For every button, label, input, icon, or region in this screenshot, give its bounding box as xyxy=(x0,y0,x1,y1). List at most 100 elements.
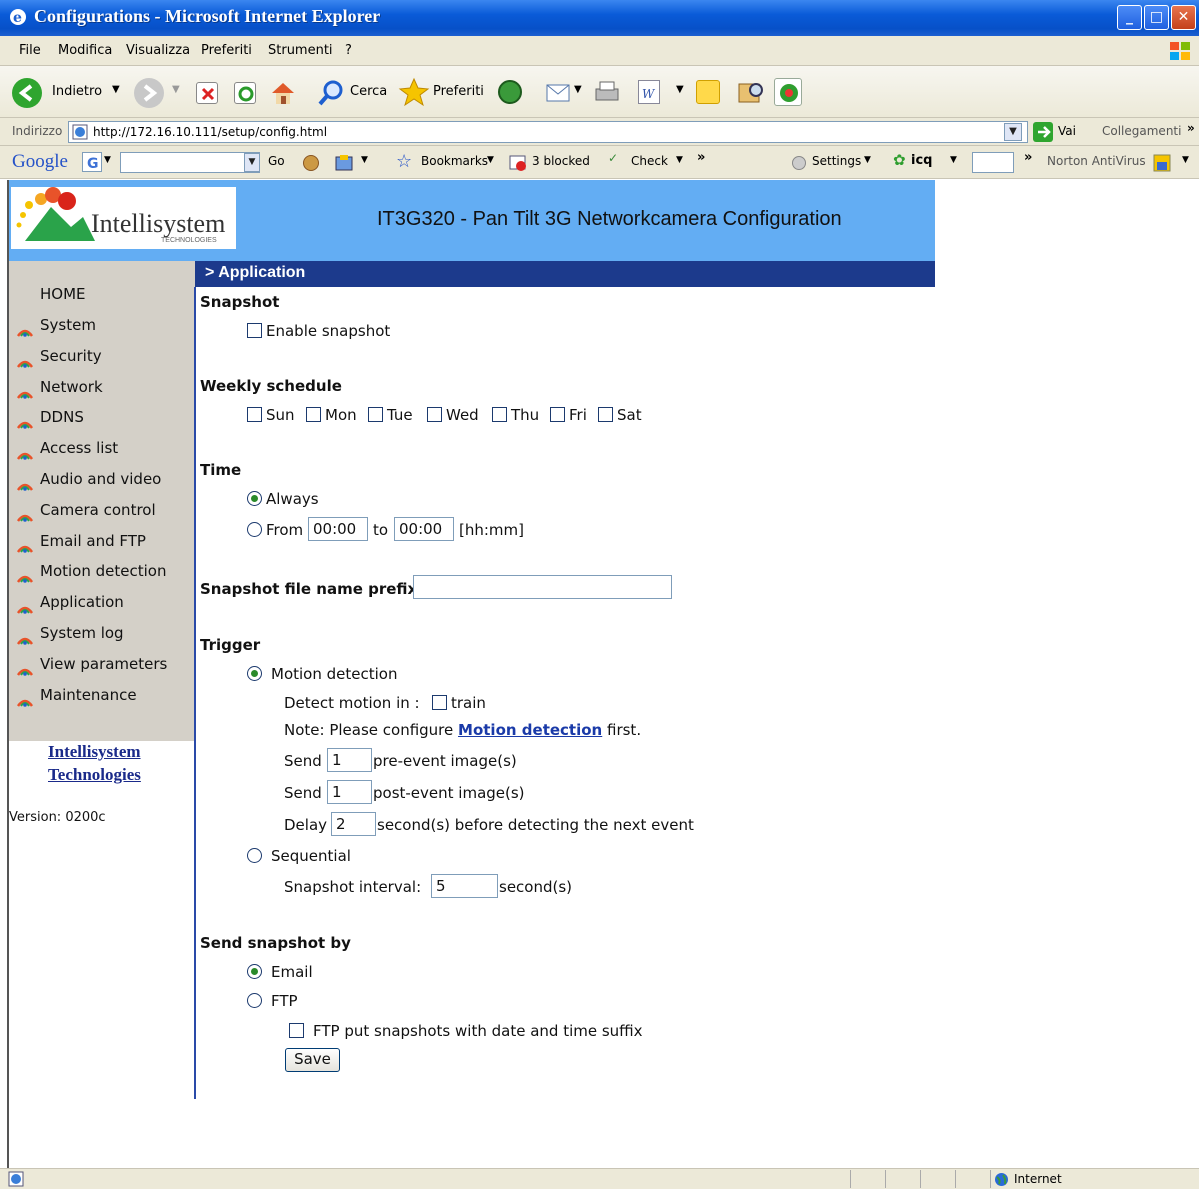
refresh-icon[interactable] xyxy=(234,82,256,104)
time-from-input[interactable] xyxy=(308,517,368,541)
mail-icon[interactable] xyxy=(545,79,573,105)
enable-snapshot-checkbox[interactable] xyxy=(247,323,262,338)
bookmarks-dropdown-icon[interactable]: ▼ xyxy=(487,155,494,165)
menu-preferiti[interactable]: Preferiti xyxy=(201,43,252,58)
history-icon[interactable] xyxy=(498,80,522,104)
day-fri-checkbox[interactable] xyxy=(550,407,565,422)
print-icon[interactable] xyxy=(592,79,622,105)
nav-email-and-ftp[interactable]: Email and FTP xyxy=(40,532,146,550)
bookmarks-button[interactable]: Bookmarks xyxy=(421,154,488,168)
mail-dropdown-icon[interactable]: ▼ xyxy=(574,84,582,95)
links-label[interactable]: Collegamenti xyxy=(1102,124,1181,138)
address-dropdown-icon[interactable]: ▼ xyxy=(1004,123,1022,141)
day-thu-checkbox[interactable] xyxy=(492,407,507,422)
google-tools-icon[interactable] xyxy=(334,153,356,173)
favorites-star-icon[interactable] xyxy=(398,76,430,108)
day-sun-checkbox[interactable] xyxy=(247,407,262,422)
trigger-motion-radio[interactable] xyxy=(247,666,262,681)
pagerank-icon[interactable] xyxy=(303,155,319,171)
toolbar-overflow-icon-2[interactable]: » xyxy=(1024,150,1032,165)
google-go-button[interactable]: Go xyxy=(268,154,285,168)
menu-visualizza[interactable]: Visualizza xyxy=(126,43,190,58)
bookmarks-star-icon[interactable]: ☆ xyxy=(396,151,412,172)
nav-network[interactable]: Network xyxy=(40,378,103,396)
nav-application[interactable]: Application xyxy=(40,593,124,611)
word-edit-icon[interactable]: W xyxy=(638,80,660,104)
icq-input[interactable] xyxy=(972,152,1014,173)
motion-window-train-checkbox[interactable] xyxy=(432,695,447,710)
google-menu-dropdown-icon[interactable]: ▼ xyxy=(104,155,111,165)
links-chevron-icon[interactable]: » xyxy=(1187,121,1195,135)
nav-ddns[interactable]: DDNS xyxy=(40,408,84,426)
icq-flower-icon[interactable]: ✿ xyxy=(893,151,906,169)
nav-view-parameters[interactable]: View parameters xyxy=(40,655,167,673)
icq-dropdown-icon[interactable]: ▼ xyxy=(950,155,957,165)
time-to-input[interactable] xyxy=(394,517,454,541)
spellcheck-button[interactable]: Check xyxy=(631,154,668,168)
pre-event-images-input[interactable] xyxy=(327,748,372,772)
time-range-radio[interactable] xyxy=(247,522,262,537)
nav-maintenance[interactable]: Maintenance xyxy=(40,686,137,704)
nav-access-list[interactable]: Access list xyxy=(40,439,118,457)
google-search-input[interactable] xyxy=(120,152,260,173)
icq-button[interactable]: icq xyxy=(911,153,932,168)
go-button[interactable]: Vai xyxy=(1058,124,1076,138)
time-always-radio[interactable] xyxy=(247,491,262,506)
post-event-images-input[interactable] xyxy=(327,780,372,804)
snapshot-prefix-input[interactable] xyxy=(413,575,672,599)
company-link-line2[interactable]: Technologies xyxy=(48,765,141,785)
nav-audio-and-video[interactable]: Audio and video xyxy=(40,470,161,488)
stop-icon[interactable] xyxy=(196,82,218,104)
trigger-sequential-radio[interactable] xyxy=(247,848,262,863)
spellcheck-icon[interactable]: ✓ xyxy=(608,151,618,165)
check-dropdown-icon[interactable]: ▼ xyxy=(676,155,683,165)
day-wed-checkbox[interactable] xyxy=(427,407,442,422)
ftp-suffix-checkbox[interactable] xyxy=(289,1023,304,1038)
go-arrow-icon[interactable] xyxy=(1033,122,1053,142)
save-button[interactable]: Save xyxy=(285,1048,340,1072)
menu-help[interactable]: ? xyxy=(345,43,352,58)
settings-icon[interactable] xyxy=(792,156,806,170)
forward-dropdown-icon[interactable]: ▼ xyxy=(172,84,180,95)
norton-icon[interactable] xyxy=(1152,153,1172,173)
motion-detection-link[interactable]: Motion detection xyxy=(458,721,602,739)
toolbar-overflow-icon[interactable]: » xyxy=(697,150,705,165)
address-input[interactable]: http://172.16.10.111/setup/config.html xyxy=(68,121,1028,143)
delay-seconds-input[interactable] xyxy=(331,812,376,836)
maximize-button[interactable]: □ xyxy=(1144,5,1169,30)
popup-blocker-icon[interactable] xyxy=(508,153,528,173)
day-mon-checkbox[interactable] xyxy=(306,407,321,422)
notes-icon[interactable] xyxy=(696,80,720,104)
close-button[interactable]: ✕ xyxy=(1171,5,1196,30)
back-button-label[interactable]: Indietro xyxy=(52,84,102,99)
back-dropdown-icon[interactable]: ▼ xyxy=(112,84,120,95)
search-icon[interactable] xyxy=(316,78,346,108)
company-link-line1[interactable]: Intellisystem xyxy=(48,742,141,762)
messenger-icon[interactable] xyxy=(774,78,802,106)
settings-dropdown-icon[interactable]: ▼ xyxy=(864,155,871,165)
nav-motion-detection[interactable]: Motion detection xyxy=(40,562,166,580)
send-email-radio[interactable] xyxy=(247,964,262,979)
edit-dropdown-icon[interactable]: ▼ xyxy=(676,84,684,95)
tools-dropdown-icon[interactable]: ▼ xyxy=(361,155,368,165)
google-search-dropdown-icon[interactable]: ▼ xyxy=(244,153,260,172)
nav-security[interactable]: Security xyxy=(40,347,102,365)
nav-home[interactable]: HOME xyxy=(40,285,86,303)
nav-system-log[interactable]: System log xyxy=(40,624,124,642)
menu-modifica[interactable]: Modifica xyxy=(58,43,112,58)
snapshot-interval-input[interactable] xyxy=(431,874,498,898)
research-icon[interactable] xyxy=(736,78,766,106)
norton-dropdown-icon[interactable]: ▼ xyxy=(1182,155,1189,165)
google-g-icon[interactable]: G xyxy=(82,152,102,172)
menu-strumenti[interactable]: Strumenti xyxy=(268,43,333,58)
day-tue-checkbox[interactable] xyxy=(368,407,383,422)
settings-button[interactable]: Settings xyxy=(812,154,861,168)
send-ftp-radio[interactable] xyxy=(247,993,262,1008)
search-button-label[interactable]: Cerca xyxy=(350,84,387,99)
menu-file[interactable]: File xyxy=(19,43,41,58)
minimize-button[interactable]: _ xyxy=(1117,5,1142,30)
nav-camera-control[interactable]: Camera control xyxy=(40,501,156,519)
back-arrow-icon[interactable] xyxy=(12,78,42,108)
blocked-popups-count[interactable]: 3 blocked xyxy=(532,154,590,168)
forward-arrow-icon[interactable] xyxy=(134,78,164,108)
